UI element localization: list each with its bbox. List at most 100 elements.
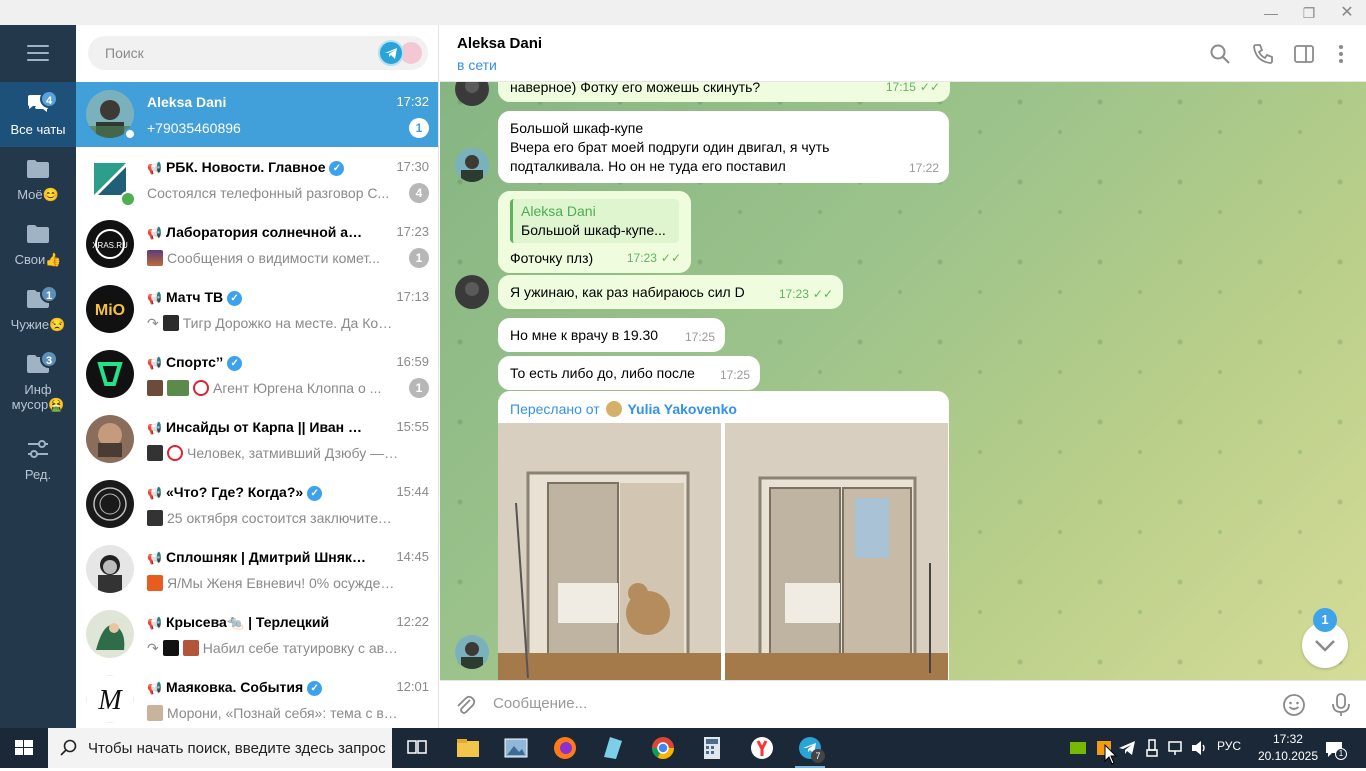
action-center-button[interactable]: 1 [1324, 739, 1347, 760]
avatar: MiO [86, 285, 134, 333]
chat-item-aleksa-dani[interactable]: Aleksa Dani 17:32 +79035460896 1 [76, 82, 438, 147]
folder-badge: 1 [40, 285, 58, 303]
search-input[interactable]: Поиск [88, 36, 428, 70]
preview-thumbnail [147, 445, 163, 461]
chat-item-chto-gde-kogda[interactable]: 📢 «Что? Где? Когда?» ✓ 15:44 25 октября со… [76, 472, 438, 537]
chat-item-mayakovka[interactable]: M 📢 Маяковка. События ✓ 12:01 Морони, «Поз… [76, 667, 438, 728]
message-bubble[interactable]: Большой шкаф-купе Вчера его брат моей по… [498, 111, 949, 183]
folder-mine[interactable]: Моё😊 [0, 147, 76, 212]
taskbar-search[interactable]: Чтобы начать поиск, введите здесь запрос [48, 728, 392, 768]
maximize-button[interactable]: ❐ [1294, 3, 1324, 23]
network-icon[interactable] [1166, 738, 1186, 758]
message-bubble[interactable]: Но мне к врачу в 19.30 17:25 [498, 318, 725, 352]
more-options-icon[interactable] [1330, 43, 1352, 65]
chat-item-karp-insides[interactable]: 📢 Инсайды от Карпа || Иван К... 15:55 Чел… [76, 407, 438, 472]
chat-item-rbc[interactable]: 📢 РБК. Новости. Главное ✓ 17:30 Состоялся … [76, 147, 438, 212]
preview-thumbnail [147, 510, 163, 526]
unread-count-badge: 1 [1313, 608, 1337, 632]
sender-avatar[interactable] [455, 275, 489, 309]
photo-wardrobe-closed[interactable] [725, 423, 948, 680]
message-text: Но мне к врачу в 19.30 [510, 327, 659, 343]
telegram-story-icon[interactable] [378, 40, 404, 66]
photos-app-icon[interactable] [503, 735, 529, 761]
folder-strangers[interactable]: 1 Чужие😒 [0, 277, 76, 342]
chat-name-text: РБК. Новости. Главное [165, 159, 326, 175]
chat-item-kryseva[interactable]: 📢 Крысева🐀 | Терлецкий 12:22 ↷ Набил себе … [76, 602, 438, 667]
message-bubble[interactable]: То есть либо до, либо после 17:25 [498, 356, 760, 390]
message-input[interactable]: Сообщение... [493, 695, 587, 712]
telegram-taskbar-button[interactable]: 7 [797, 735, 825, 763]
photo-wardrobe-open[interactable] [498, 423, 721, 680]
menu-icon[interactable] [27, 45, 49, 61]
usb-icon[interactable] [1142, 738, 1162, 758]
phone-icon[interactable] [1252, 43, 1274, 65]
chat-time: 15:55 [396, 419, 429, 434]
folder-own[interactable]: Свои👍 [0, 212, 76, 277]
chat-name-text: Сплошняк | Дмитрий Шнякин [165, 549, 367, 565]
unread-badge: 1 [409, 248, 429, 268]
avatar: M [86, 675, 134, 723]
telegram-tray-icon[interactable] [1117, 738, 1137, 758]
tattoo-icon [182, 640, 199, 656]
chat-time: 17:30 [396, 159, 429, 174]
video-thumbnail [147, 575, 163, 591]
forwarded-header[interactable]: Переслано от Yulia Yakovenko [510, 400, 737, 419]
chat-name-text: «Что? Где? Когда?» [165, 484, 304, 500]
chat-preview: Агент Юргена Клоппа о ... [147, 380, 399, 396]
video-thumbnail [162, 640, 179, 656]
scroll-to-bottom-button[interactable]: 1 [1302, 608, 1348, 668]
search-icon [60, 739, 77, 756]
language-indicator[interactable]: РУС [1217, 739, 1241, 753]
sender-avatar[interactable] [455, 148, 489, 182]
chat-item-sports[interactable]: 📢 Спортс’’ ✓ 16:59 Агент Юргена Клоппа о .… [76, 342, 438, 407]
start-button[interactable] [0, 728, 48, 768]
preview-text: Морони, «Познай себя»: тема с вар... [167, 705, 399, 721]
chat-item-solar-lab[interactable]: XRAS.RU 📢 Лаборатория солнечной аст... 17… [76, 212, 438, 277]
message-bubble[interactable]: наверное) Фотку его можешь скинуть? 17:1… [498, 82, 950, 102]
yandex-browser-icon[interactable] [749, 735, 775, 761]
message-time: 17:22 [908, 161, 939, 175]
verified-icon: ✓ [227, 291, 243, 306]
minimize-button[interactable]: — [1256, 3, 1286, 23]
messages-area[interactable]: наверное) Фотку его можешь скинуть? 17:1… [440, 82, 1366, 680]
close-button[interactable]: ✕ [1332, 3, 1362, 23]
message-time: 17:25 [684, 330, 715, 344]
chrome-icon[interactable] [650, 735, 676, 761]
unread-badge: 4 [409, 183, 429, 203]
chat-name: 📢 Маяковка. События ✓ [147, 679, 367, 696]
message-text: наверное) Фотку его можешь скинуть? [510, 82, 761, 95]
chat-item-splosnyak[interactable]: 📢 Сплошняк | Дмитрий Шнякин 14:45 Я/Мы Же… [76, 537, 438, 602]
chat-list: Поиск Aleksa Dani 17:32 +79035460896 1 📢… [76, 25, 439, 728]
chat-item-match-tv[interactable]: MiO 📢 Матч ТВ ✓ 17:13 ↷ Тигр Дорожко на мес… [76, 277, 438, 342]
folder-edit[interactable]: Ред. [0, 427, 76, 492]
preview-text: 25 октября состоится заключитель... [167, 510, 399, 526]
firefox-icon[interactable] [552, 735, 578, 761]
task-view-icon[interactable] [404, 735, 430, 761]
calculator-icon[interactable] [699, 735, 725, 761]
microphone-icon[interactable] [1330, 692, 1352, 718]
folder-label: Все чаты [10, 122, 66, 137]
reply-quote[interactable]: Aleksa Dani Большой шкаф-купе... [510, 199, 679, 243]
message-bubble[interactable]: Aleksa Dani Большой шкаф-купе... Фоточку… [498, 191, 691, 273]
message-bubble[interactable]: Я ужинаю, как раз набираюсь сил D 17:23 ✓… [498, 275, 843, 309]
folder-info-trash[interactable]: 3 Инф мусор🤮 [0, 342, 76, 412]
folder-label: Ред. [24, 467, 52, 482]
conversation-title[interactable]: Aleksa Dani [457, 35, 542, 52]
forwarded-album[interactable]: Переслано от Yulia Yakovenko [498, 391, 949, 680]
speaker-icon[interactable] [1190, 738, 1210, 758]
folder-all-chats[interactable]: 4 Все чаты [0, 82, 76, 147]
emoji-icon[interactable] [1282, 693, 1306, 717]
system-clock[interactable]: 17:32 20.10.2025 [1258, 731, 1318, 765]
notes-app-icon[interactable] [600, 735, 626, 761]
chat-name-text: Маяковка. События [165, 679, 304, 695]
nvidia-icon[interactable] [1068, 738, 1088, 758]
chat-time: 16:59 [396, 354, 429, 369]
sidebar-toggle-icon[interactable] [1293, 43, 1315, 65]
club-icon [167, 445, 183, 461]
file-explorer-icon[interactable] [455, 735, 481, 761]
attach-icon[interactable] [454, 693, 476, 717]
chat-name: Aleksa Dani [147, 94, 227, 110]
search-icon[interactable] [1209, 43, 1231, 65]
sender-avatar[interactable] [455, 635, 489, 669]
reply-author: Aleksa Dani [521, 203, 596, 219]
